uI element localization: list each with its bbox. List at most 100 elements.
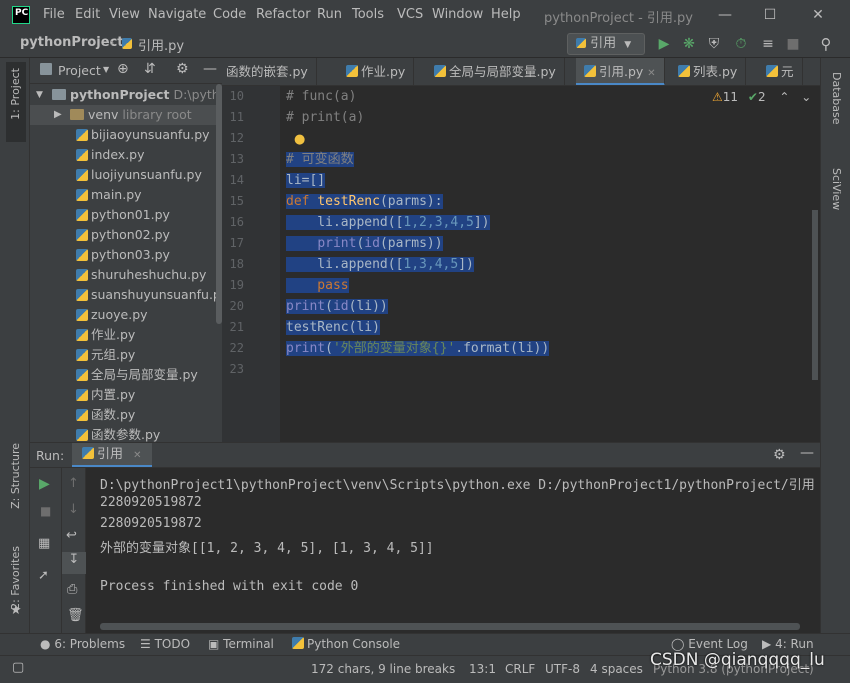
stop-icon[interactable]: ■ [783,34,803,54]
profile-icon[interactable]: ⏱ [731,34,751,54]
menu-navigate[interactable]: Navigate [148,7,206,22]
project-tool-button[interactable]: 1: Project [6,62,26,142]
file-encoding[interactable]: UTF-8 [545,662,580,676]
run-configuration-select[interactable]: 引用 ▼ [567,33,645,55]
close-icon[interactable]: ✕ [800,3,836,27]
run-icon[interactable]: ▶ [654,34,674,54]
breadcrumb-file[interactable]: 引用.py [138,35,184,54]
scroll-to-end-icon[interactable]: ↧ [62,552,86,574]
tab-reference[interactable]: 引用.py ✕ [576,58,665,85]
menu-window[interactable]: Window [432,7,483,22]
tree-file-item[interactable]: 元组.py [30,345,222,365]
line-number: 19 [229,278,244,292]
tab-homework[interactable]: 作业.py [338,58,415,85]
indent-setting[interactable]: 4 spaces [590,662,643,676]
chevron-up-icon[interactable]: ⌃ [779,90,789,104]
rerun-icon[interactable]: ▶ [39,476,50,492]
console-line-1: 2280920519872 [100,495,202,510]
toggle-tool-windows-icon[interactable]: ▢ [12,660,24,675]
search-icon[interactable]: ⚲ [816,34,836,54]
soft-wrap-icon[interactable]: ↩ [66,528,77,543]
python-console-tab[interactable]: Python Console [292,637,400,651]
menu-help[interactable]: Help [491,7,521,22]
run-tab[interactable]: 引用 ✕ [72,443,152,467]
menu-refactor[interactable]: Refactor [256,7,311,22]
code-editor[interactable]: # func(a) # print(a) ● # 可变函数 li=[] def … [280,86,820,442]
project-view-select[interactable]: Project [58,63,101,78]
tree-file-label: 内置.py [91,387,136,402]
menu-view[interactable]: View [109,7,140,22]
gear-icon[interactable]: ⚙ [773,447,786,463]
tree-file-item[interactable]: 全局与局部变量.py [30,365,222,385]
console-scrollbar[interactable] [100,623,800,630]
print-icon[interactable]: ⎙ [67,582,77,597]
debug-icon[interactable]: ❋ [679,34,699,54]
tree-file-item[interactable]: luojiyunsuanfu.py [30,165,222,185]
arrow-down-icon[interactable]: ↓ [68,502,79,517]
tab-list[interactable]: 列表.py [670,58,747,85]
coverage-icon[interactable]: ⛨ [704,34,724,54]
tree-venv[interactable]: ▶ venv library root [30,105,222,125]
database-tool-label[interactable]: Database [830,72,843,125]
breadcrumb-project[interactable]: pythonProject [20,35,124,50]
weak-warning-count: 2 [757,90,766,104]
chevron-down-icon[interactable]: ▼ [103,65,109,74]
structure-tool-label[interactable]: Z: Structure [9,443,22,509]
tree-file-item[interactable]: shuruheshuchu.py [30,265,222,285]
run-console[interactable]: D:\pythonProject1\pythonProject\venv\Scr… [86,468,820,633]
tree-file-item[interactable]: main.py [30,185,222,205]
menu-run[interactable]: Run [317,7,342,22]
tab-nested-functions[interactable]: 函数的嵌套.py [222,58,317,85]
problems-tab[interactable]: ● 6: Problems [40,637,125,651]
close-tab-icon[interactable]: ✕ [647,68,655,79]
tree-file-item[interactable]: index.py [30,145,222,165]
gear-icon[interactable]: ⚙ [176,61,189,77]
tree-file-item[interactable]: python03.py [30,245,222,265]
maximize-icon[interactable]: ☐ [752,3,788,27]
line-separator[interactable]: CRLF [505,662,535,676]
menu-file[interactable]: File [43,7,65,22]
menu-vcs[interactable]: VCS [397,7,423,22]
tree-root[interactable]: ▼ pythonProject D:\python [30,85,222,105]
inspection-widget[interactable]: ⚠11 ✔2 ⌃ ⌄ [712,90,811,104]
run-tool-tab[interactable]: ▶ 4: Run [762,637,814,651]
menu-code[interactable]: Code [213,7,246,22]
event-log-tab[interactable]: ◯ Event Log [671,637,748,651]
layout-icon[interactable]: ▦ [38,536,50,551]
tree-file-item[interactable]: bijiaoyunsuanfu.py [30,125,222,145]
terminal-tab[interactable]: ▣ Terminal [208,637,274,651]
sciview-tool-label[interactable]: SciView [830,168,843,210]
cursor-position[interactable]: 13:1 [469,662,496,676]
locate-icon[interactable]: ⊕ [117,61,129,77]
tree-file-item[interactable]: 函数参数.py [30,425,222,442]
tree-file-label: shuruheshuchu.py [91,267,207,282]
tree-file-item[interactable]: 函数.py [30,405,222,425]
pin-icon[interactable]: ➚ [38,568,49,583]
menu-tools[interactable]: Tools [352,7,384,22]
tree-file-item[interactable]: python02.py [30,225,222,245]
tab-tuple[interactable]: 元 [758,58,803,85]
collapse-all-icon[interactable]: ⇵ [144,61,156,77]
tree-file-item[interactable]: 作业.py [30,325,222,345]
tree-file-item[interactable]: zuoye.py [30,305,222,325]
editor-scrollbar[interactable] [812,210,818,380]
hide-panel-icon[interactable]: — [800,445,814,461]
minimize-icon[interactable]: — [707,3,743,27]
tab-global-local[interactable]: 全局与局部变量.py [426,58,565,85]
arrow-up-icon[interactable]: ↑ [68,476,79,491]
tree-file-item[interactable]: 内置.py [30,385,222,405]
code-line-14: li=[] [286,173,326,188]
chevron-down-icon[interactable]: ⌄ [801,90,811,104]
run-toolbar-primary: ▶ ■ ▦ ➚ [30,468,62,633]
todo-tab[interactable]: ☰ TODO [140,637,190,651]
tree-file-item[interactable]: python01.py [30,205,222,225]
close-tab-icon[interactable]: ✕ [133,450,141,461]
stop-icon[interactable]: ■ [40,504,51,518]
trash-icon[interactable]: 🗑 [67,608,84,623]
hide-panel-icon[interactable]: — [203,61,217,77]
run-concurrency-icon[interactable]: ≡ [758,34,778,54]
lightbulb-icon[interactable]: ● [294,132,305,147]
menu-edit[interactable]: Edit [75,7,100,22]
favorites-tool-label[interactable]: 2: Favorites [9,546,22,610]
tree-file-item[interactable]: suanshuyunsuanfu.py [30,285,222,305]
